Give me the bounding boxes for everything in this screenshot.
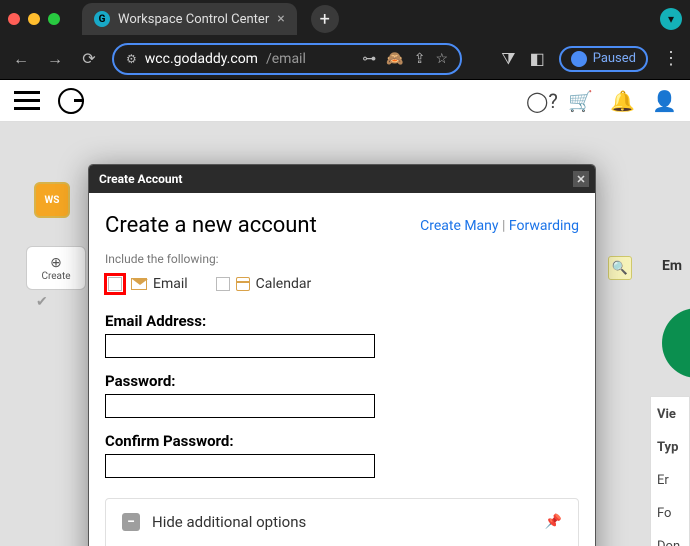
modal-titlebar: Create Account ✕ xyxy=(89,165,595,193)
modal-heading: Create a new account xyxy=(105,213,317,238)
new-tab-button[interactable]: + xyxy=(311,5,339,33)
paused-label: Paused xyxy=(593,51,636,66)
browser-toolbar: ← → ⟳ ⚙ wcc.godaddy.com/email ⊶ 🙈 ⇪ ☆ ⧩ … xyxy=(0,38,690,80)
create-label: Create xyxy=(41,271,70,282)
password-input[interactable] xyxy=(105,394,375,418)
bell-icon[interactable]: 🔔 xyxy=(610,89,634,113)
window-titlebar: G Workspace Control Center × + ▾ xyxy=(0,0,690,38)
create-button[interactable]: ⊕ Create xyxy=(26,246,86,290)
cart-icon[interactable]: 🛒 xyxy=(568,89,592,113)
include-calendar-label: Calendar xyxy=(256,276,312,292)
plan-badge-icon xyxy=(662,308,690,378)
password-label: Password: xyxy=(105,372,579,390)
include-label: Include the following: xyxy=(105,252,579,266)
url-host: wcc.godaddy.com xyxy=(145,51,258,67)
create-account-modal: Create Account ✕ Create a new account Cr… xyxy=(88,164,596,546)
calendar-icon xyxy=(236,277,250,291)
back-button[interactable]: ← xyxy=(10,49,32,69)
url-actions: ⊶ 🙈 ⇪ ☆ xyxy=(362,51,448,67)
window-close-icon[interactable] xyxy=(8,13,20,25)
select-all-checkmark-icon[interactable]: ✔ xyxy=(36,294,48,310)
rp-fo: Fo xyxy=(657,506,683,521)
options-toggle-label[interactable]: Hide additional options xyxy=(152,513,306,531)
tabs-dropdown-icon[interactable]: ▾ xyxy=(660,8,682,30)
window-minimize-icon[interactable] xyxy=(28,13,40,25)
search-button[interactable]: 🔍 xyxy=(608,256,632,280)
pin-icon[interactable]: 📌 xyxy=(545,514,562,530)
eye-off-icon[interactable]: 🙈 xyxy=(386,51,403,67)
workspace-chip-icon: WS xyxy=(34,182,70,218)
include-email-checkbox[interactable] xyxy=(108,277,122,291)
reload-button[interactable]: ⟳ xyxy=(78,49,100,68)
include-calendar-checkbox[interactable] xyxy=(216,277,230,291)
help-icon[interactable]: ◯? xyxy=(526,89,550,113)
include-email-label: Email xyxy=(153,276,188,292)
modal-top-links: Create Many | Forwarding xyxy=(420,218,579,234)
browser-menu-icon[interactable]: ⋮ xyxy=(662,48,680,69)
rp-er: Er xyxy=(657,473,683,488)
url-path: /email xyxy=(266,51,306,67)
page: ◯? 🛒 🔔 👤 WS ⊕ Create ✔ 🔍 Em Vie Typ Er F… xyxy=(0,80,690,546)
modal-close-button[interactable]: ✕ xyxy=(573,171,589,187)
traffic-lights xyxy=(8,13,60,25)
right-panel-title: Em xyxy=(662,258,682,274)
tab-title: Workspace Control Center xyxy=(118,12,269,27)
right-panel: Vie Typ Er Fo Don xyxy=(650,396,690,546)
modal-body: Create a new account Create Many | Forwa… xyxy=(89,193,595,546)
sidepanel-icon[interactable]: ◧ xyxy=(530,49,545,68)
site-header: ◯? 🛒 🔔 👤 xyxy=(0,80,690,122)
email-address-label: Email Address: xyxy=(105,312,579,330)
profile-paused-button[interactable]: Paused xyxy=(559,46,648,72)
forward-button[interactable]: → xyxy=(44,49,66,69)
key-icon[interactable]: ⊶ xyxy=(362,51,376,67)
rp-typ: Typ xyxy=(657,440,683,455)
modal-backdrop: WS ⊕ Create ✔ 🔍 Em Vie Typ Er Fo Don Cre… xyxy=(0,122,690,546)
link-create-many[interactable]: Create Many xyxy=(420,218,498,234)
site-settings-icon[interactable]: ⚙ xyxy=(126,52,137,66)
rp-vie: Vie xyxy=(657,407,683,422)
tab-close-icon[interactable]: × xyxy=(277,11,284,27)
star-icon[interactable]: ☆ xyxy=(435,51,448,67)
tab-favicon-icon: G xyxy=(94,11,110,27)
address-bar[interactable]: ⚙ wcc.godaddy.com/email ⊶ 🙈 ⇪ ☆ xyxy=(112,43,462,75)
rp-don: Don xyxy=(657,539,683,546)
toolbar-right: ⧩ ◧ Paused ⋮ xyxy=(501,46,680,72)
link-forwarding[interactable]: Forwarding xyxy=(509,218,579,234)
additional-options: − Hide additional options 📌 Email Calend… xyxy=(105,498,579,546)
godaddy-logo-icon[interactable] xyxy=(58,88,84,114)
profile-avatar-icon xyxy=(571,51,587,67)
menu-icon[interactable] xyxy=(14,91,40,110)
envelope-icon xyxy=(131,278,147,290)
email-checkbox-highlight xyxy=(105,274,125,294)
include-options: Email Calendar xyxy=(105,274,579,294)
browser-tab[interactable]: G Workspace Control Center × xyxy=(82,3,297,35)
account-icon[interactable]: 👤 xyxy=(652,89,676,113)
confirm-password-input[interactable] xyxy=(105,454,375,478)
share-icon[interactable]: ⇪ xyxy=(414,51,426,67)
window-zoom-icon[interactable] xyxy=(48,13,60,25)
collapse-icon[interactable]: − xyxy=(122,513,140,531)
modal-title: Create Account xyxy=(99,172,182,186)
email-address-input[interactable] xyxy=(105,334,375,358)
extensions-icon[interactable]: ⧩ xyxy=(501,49,515,69)
confirm-password-label: Confirm Password: xyxy=(105,432,579,450)
